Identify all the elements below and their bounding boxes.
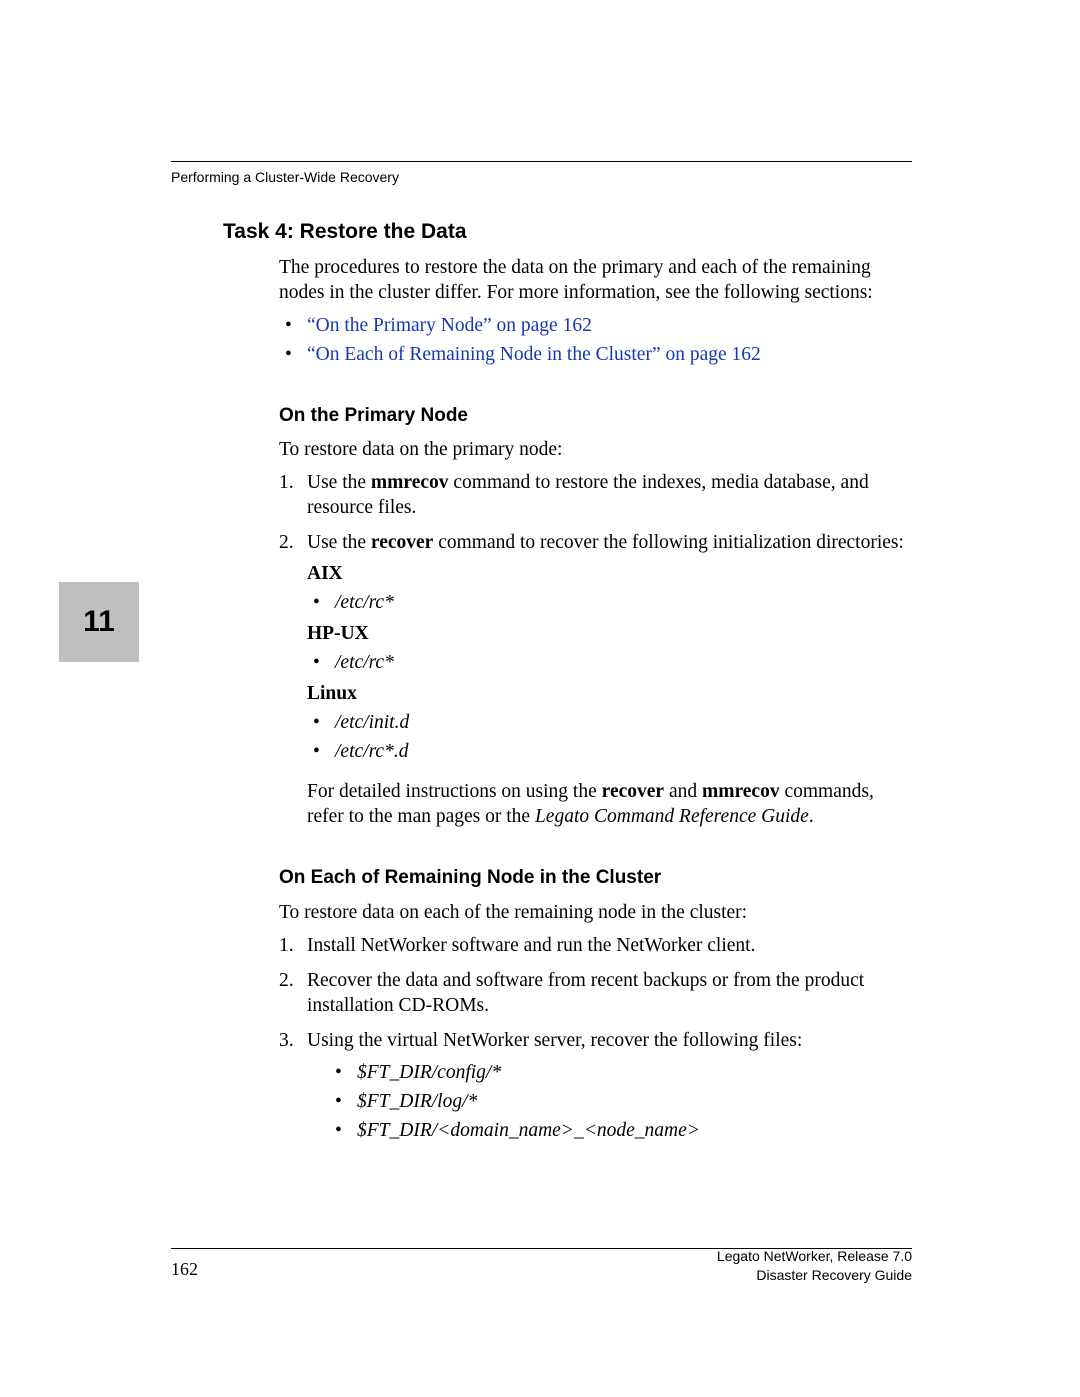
task4-link-list: “On the Primary Node” on page 162 “On Ea… [279,314,912,368]
cmd-mmrecov: mmrecov [702,781,780,802]
list-item: $FT_DIR/log/* [329,1090,912,1115]
running-header: Performing a Cluster-Wide Recovery [171,169,399,185]
cmd-mmrecov: mmrecov [371,472,449,493]
primary-steps: Use the mmrecov command to restore the i… [279,471,912,830]
list-item: Install NetWorker software and run the N… [279,934,912,959]
list-item: /etc/rc* [307,651,912,676]
recover-files-list: $FT_DIR/config/* $FT_DIR/log/* $FT_DIR/<… [329,1061,912,1144]
path: $FT_DIR/<domain_name>_<node_name> [357,1120,700,1141]
task4-paragraph: The procedures to restore the data on th… [279,256,912,306]
cmd-recover: recover [371,532,433,553]
path: $FT_DIR/log/* [357,1091,477,1112]
list-item: Use the recover command to recover the f… [279,531,912,831]
footer-right: Legato NetWorker, Release 7.0 Disaster R… [717,1247,912,1285]
primary-intro: To restore data on the primary node: [279,438,912,463]
path: /etc/init.d [335,712,409,733]
heading-primary-node: On the Primary Node [279,404,912,428]
path: /etc/rc* [335,652,394,673]
aix-list: /etc/rc* [307,591,912,616]
heading-task4: Task 4: Restore the Data [223,219,912,246]
list-item: Use the mmrecov command to restore the i… [279,471,912,521]
os-label-linux: Linux [307,682,912,707]
doc-title: Legato Command Reference Guide [535,806,809,827]
list-item: /etc/rc*.d [307,740,912,765]
heading-remaining-nodes: On Each of Remaining Node in the Cluster [279,866,912,890]
hpux-list: /etc/rc* [307,651,912,676]
chapter-tab: 11 [59,582,139,662]
text: Use the [307,472,371,493]
xref-link[interactable]: “On Each of Remaining Node in the Cluste… [307,344,761,365]
doc-line: Disaster Recovery Guide [717,1266,912,1285]
list-item: /etc/init.d [307,711,912,736]
os-label-aix: AIX [307,562,912,587]
cmd-recover: recover [602,781,664,802]
text: command to recover the following initial… [433,532,904,553]
linux-list: /etc/init.d /etc/rc*.d [307,711,912,765]
list-item: /etc/rc* [307,591,912,616]
path: $FT_DIR/config/* [357,1062,501,1083]
list-item: Using the virtual NetWorker server, reco… [279,1029,912,1145]
os-label-hpux: HP-UX [307,622,912,647]
chapter-number: 11 [83,605,115,639]
list-item: Recover the data and software from recen… [279,969,912,1019]
path: /etc/rc*.d [335,741,408,762]
text: Using the virtual NetWorker server, reco… [307,1030,802,1051]
primary-closing: For detailed instructions on using the r… [307,780,912,830]
text: and [664,781,702,802]
list-item: “On the Primary Node” on page 162 [279,314,912,339]
page-number: 162 [171,1259,198,1280]
list-item: “On Each of Remaining Node in the Cluste… [279,343,912,368]
text: For detailed instructions on using the [307,781,602,802]
header-rule [171,161,912,162]
page: Performing a Cluster-Wide Recovery 11 Ta… [0,0,1080,1397]
path: /etc/rc* [335,592,394,613]
text: Use the [307,532,371,553]
text: . [809,806,814,827]
remaining-steps: Install NetWorker software and run the N… [279,934,912,1145]
remaining-intro: To restore data on each of the remaining… [279,901,912,926]
list-item: $FT_DIR/<domain_name>_<node_name> [329,1119,912,1144]
product-line: Legato NetWorker, Release 7.0 [717,1247,912,1266]
xref-link[interactable]: “On the Primary Node” on page 162 [307,315,592,336]
list-item: $FT_DIR/config/* [329,1061,912,1086]
body-content: Task 4: Restore the Data The procedures … [223,219,912,1154]
